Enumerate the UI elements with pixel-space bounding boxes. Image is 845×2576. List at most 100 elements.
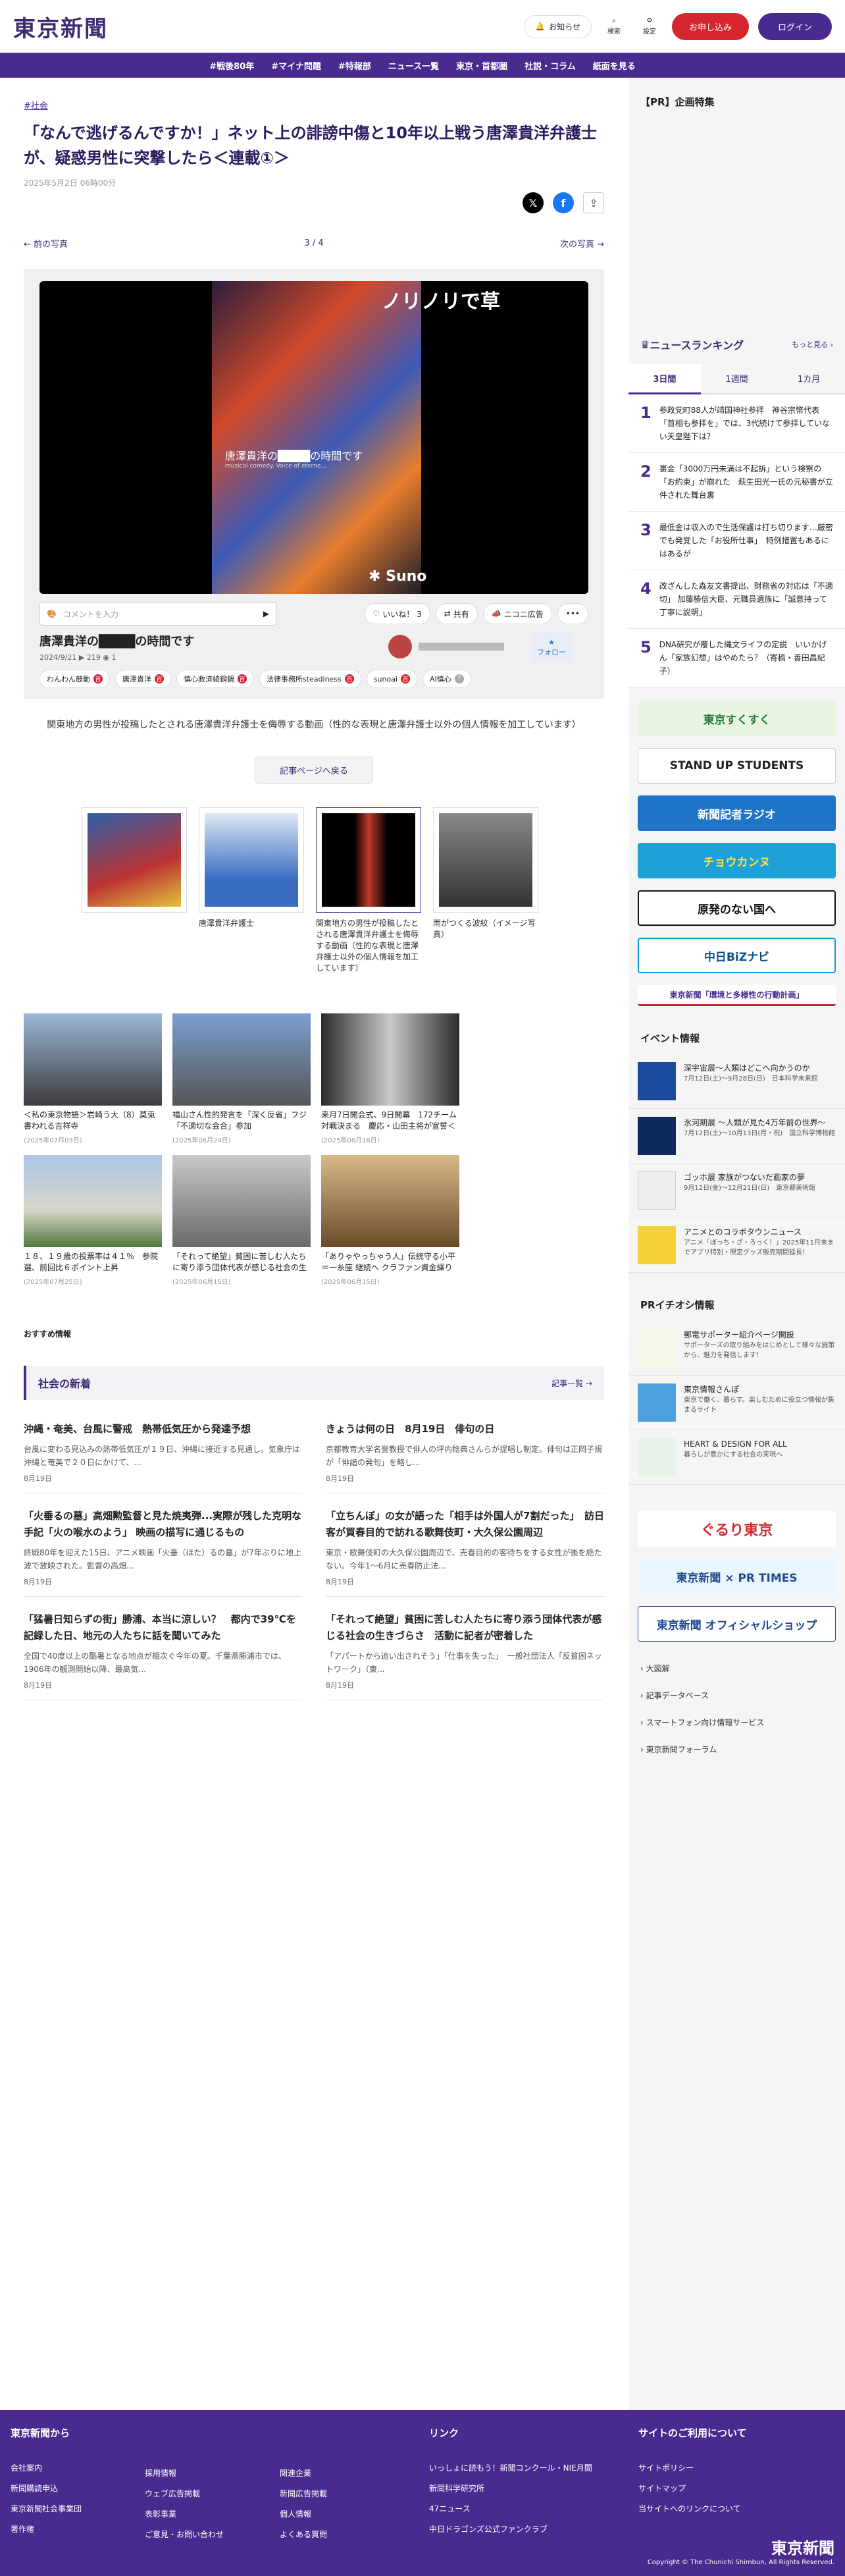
footer-link[interactable]: 当サイトへのリンクについて	[638, 2503, 747, 2514]
footer-link[interactable]: 中日ドラゴンズ公式ファンクラブ	[429, 2523, 592, 2535]
footer-link[interactable]: ウェブ広告掲載	[145, 2488, 224, 2499]
nav-item-editorial[interactable]: 社説・コラム	[525, 59, 576, 72]
banner-standup[interactable]: STAND UP STUDENTS	[638, 748, 836, 784]
related-item[interactable]: １８、１９歳の投票率は４１％ 参院選、前回比６ポイント上昇 (2025年07月25…	[24, 1155, 162, 1286]
comment-input[interactable]: 🎨 コメントを入力 ▶	[39, 602, 276, 626]
event-item[interactable]: 氷河期展 ～人類が見た4万年前の世界～ 7月12日(土)～10月13日(月・祝) …	[628, 1109, 845, 1164]
related-item[interactable]: 「ありゃやっちゃう人」伝統守る小平＝一糸座 継続へ クラファン資金繰り費化...…	[321, 1155, 459, 1286]
footer-link[interactable]: ご意見・お問い合わせ	[145, 2529, 224, 2540]
footer-link[interactable]: 東京新聞社会事業団	[11, 2503, 82, 2514]
sidebar-link[interactable]: › スマートフォン向け情報サービス	[640, 1709, 833, 1736]
search-button[interactable]: ⌕ 検索	[601, 17, 627, 36]
photo-thumb[interactable]: 関東地方の男性が投稿したとされる唐澤貴洋弁護士を侮辱する動画（性的な表現と唐澤弁…	[316, 807, 421, 974]
send-icon[interactable]: ▶	[263, 609, 269, 618]
prev-photo-link[interactable]: ← 前の写真	[24, 237, 68, 250]
ranking-more-link[interactable]: もっと見る ›	[792, 339, 833, 350]
tab-1month[interactable]: 1カ月	[773, 364, 845, 393]
latest-news-more-link[interactable]: 記事一覧 →	[551, 1378, 592, 1389]
footer-link[interactable]: 表彰事業	[145, 2508, 224, 2519]
pr-item[interactable]: HEART & DESIGN FOR ALL 暮らしが豊かにする社会の実現へ	[628, 1430, 845, 1485]
banner-radio[interactable]: 新聞記者ラジオ	[638, 795, 836, 831]
news-item[interactable]: 「それって絶望」貧困に苦しむ人たちに寄り添う団体代表が感じる社会の生きづらさ 活…	[326, 1597, 604, 1700]
event-item[interactable]: ゴッホ展 家族がつないだ画家の夢 9月12日(金)～12月21日(日) 東京都美術…	[628, 1164, 845, 1218]
notice-button[interactable]: 🔔 お知らせ	[524, 14, 592, 38]
nav-item-postwar[interactable]: #戦後80年	[209, 59, 254, 72]
tab-3days[interactable]: 3日間	[628, 364, 701, 394]
nav-item-tokyo[interactable]: 東京・首都圏	[456, 59, 507, 72]
back-to-article-button[interactable]: 記事ページへ戻る	[255, 757, 373, 784]
banner-bizinavi[interactable]: 中日BiZナビ	[638, 938, 836, 973]
video-tag[interactable]: 唐澤貴洋百	[115, 670, 171, 688]
related-item[interactable]: 福山さん性的発言を「深く反省」フジ「不適切な会合」参加 (2025年06月24日)	[172, 1013, 311, 1144]
video-tag[interactable]: 法律事務所steadiness 百	[259, 670, 361, 688]
video-tag[interactable]: わんわん鼓動百	[39, 670, 110, 688]
footer-link[interactable]: サイトマップ	[638, 2482, 747, 2494]
banner-chokanu[interactable]: チョウカンヌ	[638, 843, 836, 878]
related-item[interactable]: 来月7日開会式、9日開幕 172チーム対戦決まる 慶応・山田主将が宣誓＜国民野球…	[321, 1013, 459, 1144]
settings-button[interactable]: ⚙ 設定	[636, 17, 663, 36]
footer-link[interactable]: 採用情報	[145, 2467, 224, 2479]
ranking-item[interactable]: 5 DNA研究が覆した縄文ライフの定説 いいかげん「家族幻想」はやめたら？（寄稿・…	[628, 629, 845, 687]
share-icon[interactable]: ⇪	[583, 192, 604, 213]
video-player[interactable]: 唐澤貴洋の████の時間です musical comedy. Voice of …	[39, 281, 588, 594]
sidebar-link[interactable]: › 東京新聞フォーラム	[640, 1736, 833, 1763]
login-button[interactable]: ログイン	[757, 13, 832, 40]
related-item[interactable]: ＜私の東京物語＞岩崎う大（8）莫兎書われる吉祥寺 (2025年07月03日)	[24, 1013, 162, 1144]
site-logo[interactable]: 東京新聞	[13, 11, 108, 43]
related-item[interactable]: 「それって絶望」貧困に苦しむ人たちに寄り添う団体代表が感じる社会の生きづらさ 活…	[172, 1155, 311, 1286]
video-tag[interactable]: 慎心救済綾鋼鍋百	[176, 670, 254, 688]
footer-link[interactable]: 著作権	[11, 2523, 82, 2535]
nav-item-news-list[interactable]: ニュース一覧	[388, 59, 439, 72]
photo-thumb[interactable]: 雨がつくる波紋（イメージ写真）	[433, 807, 538, 974]
banner-prtimes[interactable]: 東京新聞 × PR TIMES	[638, 1559, 836, 1594]
news-item[interactable]: 「立ちんぼ」の女が語った「相手は外国人が7割だった」 訪日客が買春目的で訪れる歌…	[326, 1493, 604, 1597]
banner-genpatsu[interactable]: 原発のない国へ	[638, 890, 836, 926]
next-photo-link[interactable]: 次の写真 →	[560, 237, 604, 250]
like-button[interactable]: ♡ いいね！ 3	[364, 603, 430, 624]
footer-link[interactable]: 新聞購読申込	[11, 2482, 82, 2494]
tab-1week[interactable]: 1週間	[701, 364, 773, 393]
video-tag[interactable]: sunoai 百	[366, 670, 417, 688]
footer-link[interactable]: 会社案内	[11, 2462, 82, 2473]
banner-sukusuku[interactable]: 東京すくすく	[638, 701, 836, 736]
share-button[interactable]: ⇄ 共有	[435, 603, 478, 624]
niconico-ad-button[interactable]: 📣 ニコニ広告	[482, 603, 552, 624]
event-item[interactable]: アニメとのコラボタウンニュース アニメ「ぼっち・ざ・ろっく！」2025年11月末ま…	[628, 1218, 845, 1273]
nav-item-paper[interactable]: 紙面を見る	[593, 59, 636, 72]
footer-link[interactable]: サイトポリシー	[638, 2462, 747, 2473]
nav-item-myna[interactable]: #マイナ問題	[271, 59, 321, 72]
news-item[interactable]: 沖縄・奄美、台風に警戒 熱帯低気圧から発達予想 台風に変わる見込みの熱帯低気圧が１…	[24, 1407, 302, 1493]
facebook-share-icon[interactable]: f	[553, 192, 574, 213]
banner-environment[interactable]: 東京新聞「環境と多様性の行動計画」	[638, 985, 836, 1006]
sidebar-link[interactable]: › 大図解	[640, 1655, 833, 1682]
news-item[interactable]: きょうは何の日 8月19日 俳句の日 京都教育大学名誉教授で俳人の坪内稔典さんらが…	[326, 1407, 604, 1493]
photo-thumb[interactable]: 唐澤貴洋弁護士	[199, 807, 304, 974]
pr-item[interactable]: 東京情報さんぽ 東京で働く、暮らす。楽しむために役立つ情報が集まるサイト	[628, 1376, 845, 1430]
ranking-item[interactable]: 2 裏金「3000万円未満は不起訴」という検察の「お約束」が崩れた 萩生田光一氏の…	[628, 453, 845, 512]
follow-button[interactable]: ★ フォロー	[530, 632, 573, 662]
news-item[interactable]: 「火垂るの墓」高畑勲監督と見た焼夷弾...実際が残した克明な手記「火の喉水のよう…	[24, 1493, 302, 1597]
footer-logo[interactable]: 東京新聞	[771, 2535, 834, 2558]
sidebar-link[interactable]: › 記事データベース	[640, 1682, 833, 1709]
news-item[interactable]: 「猛暑日知らずの街」勝浦、本当に涼しい？ 都内で39℃を記録した日、地元の人たち…	[24, 1597, 302, 1700]
video-tag[interactable]: AI慎心?	[423, 670, 471, 688]
banner-gururi[interactable]: ぐるり東京	[638, 1511, 836, 1547]
footer-link[interactable]: いっしょに読もう！新聞コンクール・NIE月間	[429, 2462, 592, 2473]
x-share-icon[interactable]: 𝕏	[523, 192, 544, 213]
footer-link[interactable]: 関連企業	[280, 2467, 327, 2479]
uploader-avatar[interactable]	[388, 635, 412, 658]
ranking-item[interactable]: 3 最低金は収入ので生活保護は打ち切ります…厳密でも発覚した「お役所仕事」 特例措…	[628, 512, 845, 570]
ranking-item[interactable]: 4 改ざんした森友文書提出、財務省の対応は「不適切」 加藤勝信大臣、元職員遺族に「…	[628, 570, 845, 629]
nav-item-tokuhobu[interactable]: #特報部	[338, 59, 371, 72]
footer-link[interactable]: 新聞広告掲載	[280, 2488, 327, 2499]
footer-link[interactable]: 個人情報	[280, 2508, 327, 2519]
ranking-item[interactable]: 1 参政党町88人が靖国神社参拝 神谷宗幣代表「首相も参拝を」では、3代続けて参拝…	[628, 394, 845, 453]
pr-item[interactable]: 郵電サポーター紹介ページ開設 サポーターズの取り組みをはじめとして様々な施策から、…	[628, 1321, 845, 1376]
photo-thumb[interactable]	[82, 807, 187, 974]
banner-shop[interactable]: 東京新聞 オフィシャルショップ	[638, 1606, 836, 1642]
article-tag[interactable]: #社会	[24, 101, 48, 111]
subscribe-button[interactable]: お申し込み	[671, 13, 749, 40]
more-icon[interactable]: •••	[557, 603, 588, 624]
footer-link[interactable]: よくある質問	[280, 2529, 327, 2540]
footer-link[interactable]: 47ニュース	[429, 2503, 592, 2514]
